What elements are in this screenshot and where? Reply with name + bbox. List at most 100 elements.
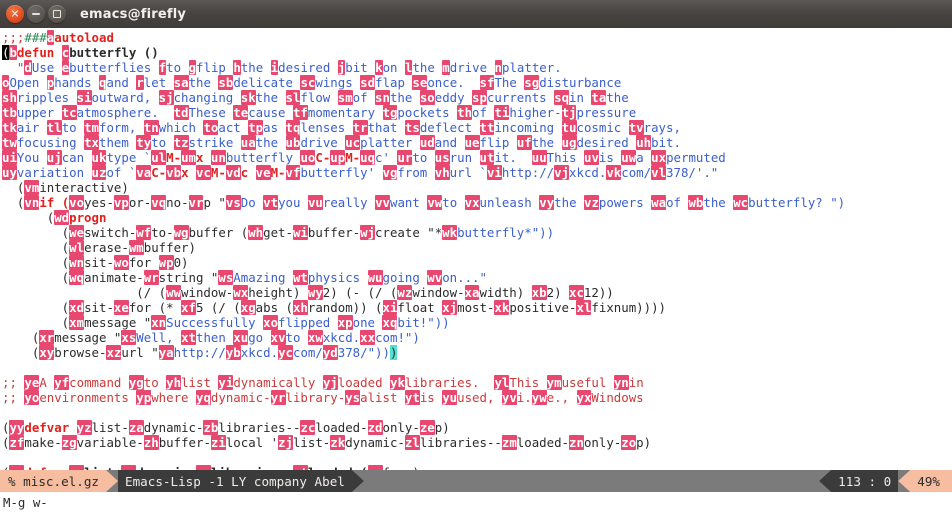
avy-jump-label[interactable]: vq — [151, 195, 167, 210]
avy-jump-label[interactable]: yd — [322, 345, 338, 360]
avy-jump-label[interactable]: uj — [46, 150, 62, 165]
avy-jump-label[interactable]: sg — [524, 75, 540, 90]
avy-jump-label[interactable]: xj — [442, 300, 458, 315]
mode-line-mode-info[interactable]: Emacs-Lisp -1 LY company Abel — [118, 470, 352, 492]
avy-jump-label[interactable]: tn — [143, 120, 159, 135]
avy-jump-label[interactable]: i — [270, 60, 279, 75]
avy-jump-label[interactable]: tx — [84, 135, 99, 150]
avy-jump-label[interactable]: sf — [479, 75, 495, 90]
avy-jump-label[interactable]: zh — [143, 435, 159, 450]
avy-jump-label[interactable]: tr — [352, 120, 368, 135]
avy-jump-label[interactable]: sc — [300, 75, 316, 90]
avy-jump-label[interactable]: xf — [181, 300, 196, 315]
avy-jump-label[interactable]: vr — [188, 195, 204, 210]
avy-jump-label[interactable]: yx — [576, 390, 592, 405]
avy-jump-label[interactable]: xk — [494, 300, 510, 315]
avy-jump-label[interactable]: vg — [382, 165, 398, 180]
avy-jump-label[interactable]: yo — [24, 390, 40, 405]
avy-jump-label[interactable]: vk — [606, 165, 622, 180]
avy-jump-label[interactable]: vb — [166, 165, 182, 180]
avy-jump-label[interactable]: ua — [240, 135, 256, 150]
avy-jump-label[interactable]: yf — [54, 375, 70, 390]
close-button[interactable]: ✕ — [6, 5, 24, 23]
avy-jump-label[interactable]: wr — [143, 270, 159, 285]
avy-jump-label[interactable]: wa — [651, 195, 667, 210]
avy-jump-label[interactable]: zn — [569, 435, 584, 450]
avy-jump-label[interactable]: ty — [136, 135, 152, 150]
avy-jump-label[interactable]: ze — [419, 420, 435, 435]
avy-jump-label[interactable]: ya — [158, 345, 174, 360]
avy-jump-label[interactable]: yp — [136, 390, 152, 405]
avy-jump-label[interactable]: zc — [300, 420, 316, 435]
avy-jump-label[interactable]: uq — [360, 150, 376, 165]
avy-jump-label[interactable]: wl — [69, 240, 85, 255]
avy-jump-label[interactable]: vc — [195, 165, 211, 180]
avy-jump-label[interactable]: xx — [360, 330, 376, 345]
avy-jump-label[interactable]: zi — [210, 435, 226, 450]
avy-jump-label[interactable]: up — [330, 150, 346, 165]
avy-jump-label[interactable]: uo — [300, 150, 316, 165]
avy-jump-label[interactable]: zp — [9, 465, 25, 470]
avy-jump-label[interactable]: tk — [2, 120, 17, 135]
avy-jump-label[interactable]: xp — [337, 315, 353, 330]
avy-jump-label[interactable]: d — [24, 60, 32, 75]
avy-jump-label[interactable]: vx — [464, 195, 480, 210]
avy-jump-label[interactable]: se — [412, 75, 428, 90]
avy-jump-label[interactable]: wn — [69, 255, 85, 270]
avy-jump-label[interactable]: yh — [166, 375, 182, 390]
avy-jump-label[interactable]: uz — [91, 165, 107, 180]
avy-jump-label[interactable]: ym — [546, 375, 562, 390]
avy-jump-label[interactable]: ta — [591, 90, 607, 105]
avy-jump-label[interactable]: za — [128, 420, 144, 435]
avy-jump-label[interactable]: xi — [382, 300, 398, 315]
avy-jump-label[interactable]: h — [233, 60, 241, 75]
avy-jump-label[interactable]: zb — [203, 420, 219, 435]
avy-jump-label[interactable]: yy — [9, 420, 25, 435]
avy-jump-label[interactable]: ur — [397, 150, 413, 165]
avy-jump-label[interactable]: wo — [113, 255, 129, 270]
avy-jump-label[interactable]: xn — [151, 315, 167, 330]
avy-jump-label[interactable]: ts — [404, 120, 420, 135]
mode-line-position[interactable]: 113 : 0 — [831, 470, 899, 492]
avy-jump-label[interactable]: uv — [583, 150, 599, 165]
avy-jump-label[interactable]: uh — [636, 135, 652, 150]
avy-jump-label[interactable]: wp — [158, 255, 174, 270]
avy-jump-label[interactable]: ye — [24, 375, 40, 390]
avy-jump-label[interactable]: tu — [561, 120, 577, 135]
avy-jump-label[interactable]: yv — [501, 390, 517, 405]
avy-jump-label[interactable]: um — [181, 150, 196, 165]
avy-jump-label[interactable]: vp — [113, 195, 129, 210]
avy-jump-label[interactable]: vs — [225, 195, 241, 210]
avy-jump-label[interactable]: zl — [404, 435, 420, 450]
avy-jump-label[interactable]: zt — [292, 465, 308, 470]
avy-jump-label[interactable]: tc — [61, 105, 77, 120]
avy-jump-label[interactable]: xq — [382, 315, 398, 330]
avy-jump-label[interactable]: xc — [569, 285, 584, 300]
avy-jump-label[interactable]: vn — [24, 195, 40, 210]
avy-jump-label[interactable]: tb — [2, 105, 17, 120]
avy-jump-label[interactable]: sb — [218, 75, 234, 90]
avy-jump-label[interactable]: xd — [69, 300, 85, 315]
avy-jump-label[interactable]: wk — [442, 225, 458, 240]
avy-jump-label[interactable]: tg — [382, 105, 398, 120]
avy-jump-label[interactable]: yk — [389, 375, 405, 390]
echo-area[interactable]: M-g w- — [0, 492, 952, 522]
avy-jump-label[interactable]: vo — [69, 195, 85, 210]
avy-jump-label[interactable]: ud — [419, 135, 435, 150]
mode-line-percent[interactable]: 49% — [910, 470, 952, 492]
avy-jump-label[interactable]: tm — [84, 120, 99, 135]
avy-jump-label[interactable]: ui — [2, 150, 17, 165]
avy-jump-label[interactable]: ub — [285, 135, 301, 150]
emacs-buffer[interactable]: ;;;###aautoload (bdefun cbutterfly () "dU… — [0, 28, 952, 470]
avy-jump-label[interactable]: yz — [76, 420, 92, 435]
avy-jump-label[interactable]: n — [494, 60, 502, 75]
avy-jump-label[interactable]: tq — [285, 120, 301, 135]
avy-jump-label[interactable]: r — [136, 75, 144, 90]
avy-jump-label[interactable]: ti — [494, 105, 510, 120]
avy-jump-label[interactable]: xm — [69, 315, 85, 330]
avy-jump-label[interactable]: th — [457, 105, 473, 120]
avy-jump-label[interactable]: wh — [248, 225, 264, 240]
avy-jump-label[interactable]: vt — [263, 195, 279, 210]
avy-jump-label[interactable]: vl — [651, 165, 667, 180]
avy-jump-label[interactable]: zu — [367, 465, 383, 470]
